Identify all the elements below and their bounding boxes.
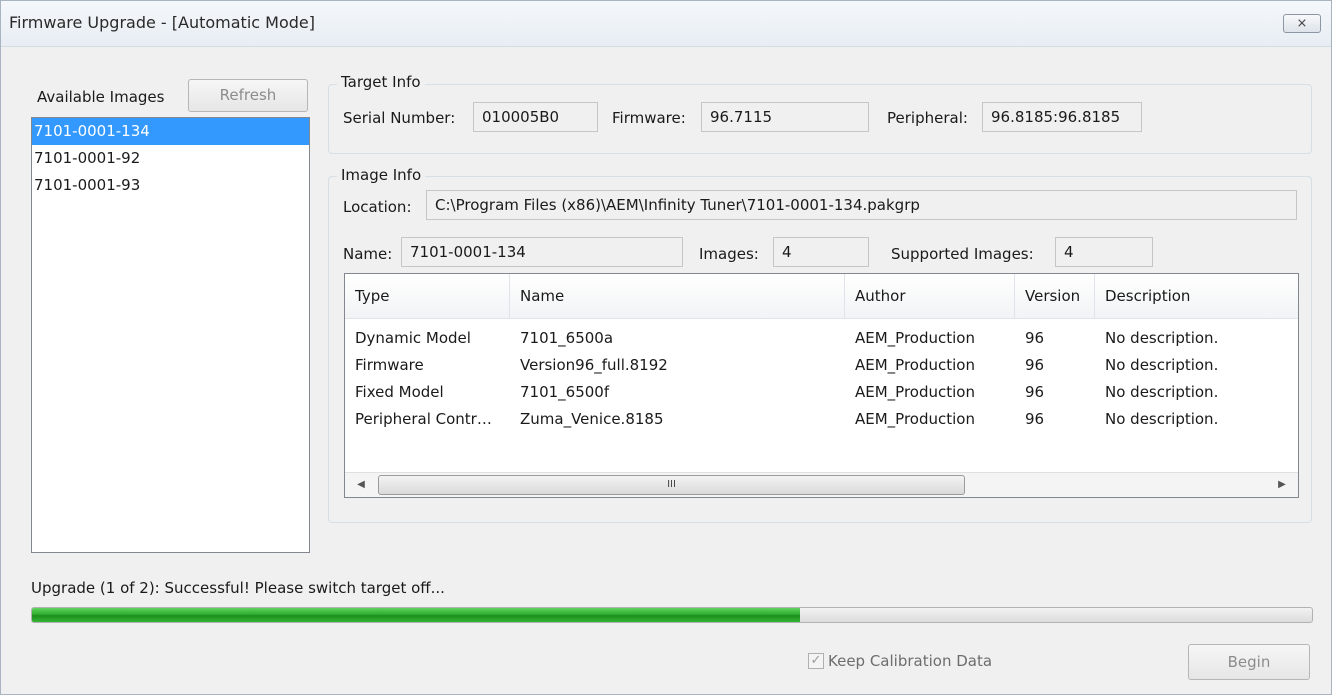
upgrade-progress-bar — [31, 607, 1313, 623]
list-item[interactable]: 7101-0001-134 — [32, 118, 309, 145]
close-button[interactable]: ⨯ — [1283, 14, 1321, 33]
table-row[interactable]: Dynamic Model 7101_6500a AEM_Production … — [345, 325, 1298, 352]
scrollbar-thumb[interactable]: III — [378, 475, 965, 495]
supported-images-label: Supported Images: — [891, 245, 1034, 263]
location-label: Location: — [343, 198, 412, 216]
close-icon: ⨯ — [1296, 16, 1308, 31]
table-row[interactable]: Peripheral Contr… Zuma_Venice.8185 AEM_P… — [345, 406, 1298, 433]
cell-name: Version96_full.8192 — [520, 356, 668, 374]
firmware-upgrade-window: Firmware Upgrade - [Automatic Mode] ⨯ Av… — [0, 0, 1332, 695]
cell-version: 96 — [1025, 383, 1045, 401]
list-item[interactable]: 7101-0001-92 — [32, 145, 309, 172]
supported-images-field: 4 — [1055, 237, 1153, 267]
table-row[interactable]: Firmware Version96_full.8192 AEM_Product… — [345, 352, 1298, 379]
cell-version: 96 — [1025, 329, 1045, 347]
cell-type: Firmware — [355, 356, 424, 374]
table-header: Type Name Author Version Description — [345, 274, 1298, 319]
firmware-field: 96.7115 — [701, 102, 869, 132]
cell-name: 7101_6500a — [520, 329, 614, 347]
cell-name: Zuma_Venice.8185 — [520, 410, 664, 428]
column-header-description[interactable]: Description — [1095, 274, 1298, 318]
keep-calibration-label: Keep Calibration Data — [828, 652, 993, 670]
progress-fill — [32, 608, 800, 622]
cell-type: Dynamic Model — [355, 329, 471, 347]
name-field: 7101-0001-134 — [401, 237, 683, 267]
begin-button[interactable]: Begin — [1188, 644, 1310, 680]
images-table[interactable]: Type Name Author Version Description Dyn… — [344, 273, 1299, 498]
serial-number-field: 010005B0 — [473, 102, 598, 132]
target-info-title: Target Info — [337, 73, 425, 91]
column-header-name[interactable]: Name — [510, 274, 845, 318]
title-bar: Firmware Upgrade - [Automatic Mode] ⨯ — [1, 1, 1331, 47]
peripheral-field: 96.8185:96.8185 — [982, 102, 1142, 132]
column-header-version[interactable]: Version — [1015, 274, 1095, 318]
cell-author: AEM_Production — [855, 410, 975, 428]
cell-name: 7101_6500f — [520, 383, 610, 401]
checkmark-icon: ✓ — [810, 653, 822, 668]
refresh-button[interactable]: Refresh — [188, 79, 308, 112]
available-images-label: Available Images — [37, 88, 165, 106]
images-field: 4 — [773, 237, 869, 267]
table-row[interactable]: Fixed Model 7101_6500f AEM_Production 96… — [345, 379, 1298, 406]
scroll-left-icon[interactable]: ◀ — [349, 473, 373, 497]
scroll-right-icon[interactable]: ▶ — [1270, 473, 1294, 497]
status-text: Upgrade (1 of 2): Successful! Please swi… — [31, 579, 445, 597]
cell-version: 96 — [1025, 356, 1045, 374]
name-label: Name: — [343, 245, 393, 263]
cell-type: Fixed Model — [355, 383, 444, 401]
cell-type: Peripheral Contr… — [355, 410, 492, 428]
keep-calibration-checkbox[interactable]: ✓ — [808, 653, 824, 669]
firmware-label: Firmware: — [612, 109, 686, 127]
cell-author: AEM_Production — [855, 329, 975, 347]
cell-version: 96 — [1025, 410, 1045, 428]
cell-author: AEM_Production — [855, 356, 975, 374]
serial-number-label: Serial Number: — [343, 109, 456, 127]
location-field: C:\Program Files (x86)\AEM\Infinity Tune… — [426, 190, 1297, 220]
available-images-list[interactable]: 7101-0001-134 7101-0001-92 7101-0001-93 — [31, 117, 310, 553]
image-info-title: Image Info — [337, 166, 426, 184]
column-header-author[interactable]: Author — [845, 274, 1015, 318]
cell-description: No description. — [1105, 356, 1219, 374]
list-item[interactable]: 7101-0001-93 — [32, 172, 309, 199]
horizontal-scrollbar[interactable]: ◀ III ▶ — [345, 472, 1298, 497]
cell-author: AEM_Production — [855, 383, 975, 401]
column-header-type[interactable]: Type — [345, 274, 510, 318]
peripheral-label: Peripheral: — [887, 109, 968, 127]
cell-description: No description. — [1105, 329, 1219, 347]
window-title: Firmware Upgrade - [Automatic Mode] — [9, 13, 315, 32]
images-label: Images: — [699, 245, 759, 263]
cell-description: No description. — [1105, 410, 1219, 428]
cell-description: No description. — [1105, 383, 1219, 401]
